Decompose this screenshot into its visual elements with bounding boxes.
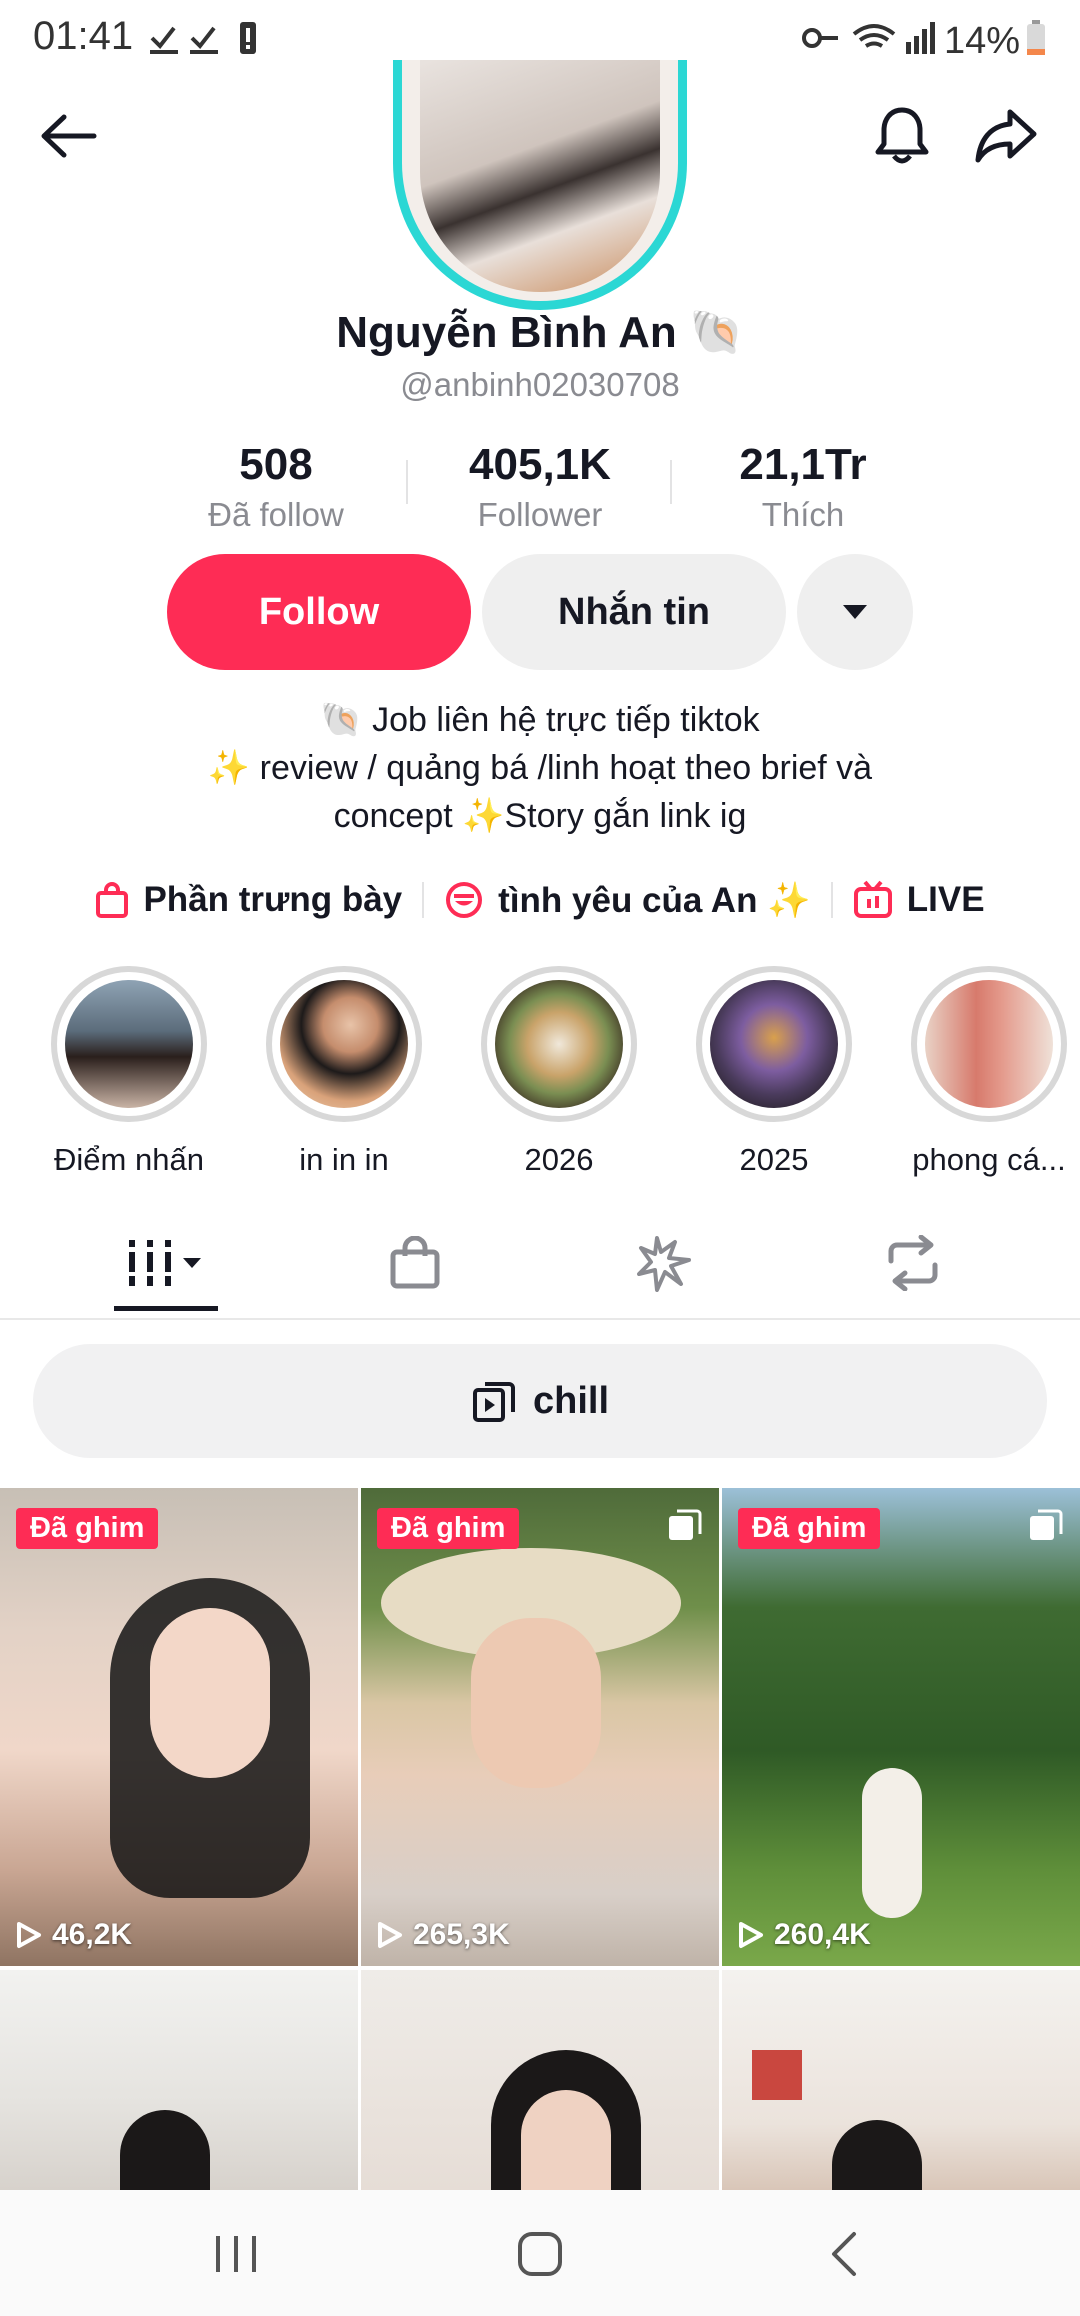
link-live[interactable]: LIVE: [833, 880, 1005, 920]
bio: 🐚 Job liên hệ trực tiếp tiktok ✨ review …: [60, 696, 1020, 840]
stat-followers[interactable]: 405,1K Follower: [430, 440, 650, 534]
view-count: 260,4K: [738, 1918, 871, 1952]
smile-badge-icon: [446, 882, 483, 918]
stat-divider: [406, 460, 408, 504]
view-count-value: 46,2K: [52, 1918, 133, 1951]
view-count-value: 265,3K: [413, 1918, 510, 1951]
highlight-item[interactable]: 2025: [694, 966, 854, 1178]
shopping-bag-icon: [390, 1236, 440, 1289]
recent-apps-icon[interactable]: [212, 2232, 262, 2281]
tab-videos[interactable]: [96, 1208, 236, 1318]
highlight-thumbnail: [696, 966, 852, 1122]
profile-name: Nguyễn Bình An 🐚: [336, 308, 744, 357]
link-love[interactable]: tình yêu của An ✨: [424, 880, 831, 921]
view-count-value: 260,4K: [774, 1918, 871, 1951]
stat-likes[interactable]: 21,1Tr Thích: [693, 440, 913, 534]
stat-followers-label: Follower: [477, 496, 603, 533]
videos-grid-icon: [129, 1240, 201, 1286]
share-icon[interactable]: [966, 96, 1046, 176]
profile-handle: @anbinh02030708: [400, 366, 680, 403]
more-options-button[interactable]: [797, 554, 913, 670]
stat-likes-label: Thích: [761, 496, 845, 533]
system-nav-bar: [0, 2190, 1080, 2316]
profile-links: Phần trưng bày tình yêu của An ✨ LIVE: [0, 870, 1080, 930]
stat-following-value: 508: [239, 440, 313, 489]
play-icon: [378, 1922, 402, 1948]
highlight-item[interactable]: 2026: [479, 966, 639, 1178]
home-icon[interactable]: [516, 2230, 564, 2283]
view-count: 46,2K: [16, 1918, 132, 1952]
link-live-label: LIVE: [906, 880, 985, 919]
battery-percent: 14%: [944, 20, 1021, 62]
multi-photo-icon: [1028, 1508, 1064, 1549]
bio-line: concept ✨Story gắn link ig: [333, 797, 747, 835]
sparkle-burst-icon: [637, 1236, 691, 1292]
video-thumbnail[interactable]: [0, 1970, 358, 2190]
stat-divider: [670, 460, 672, 504]
highlight-label: phong cá...: [912, 1142, 1066, 1177]
highlight-thumbnail: [51, 966, 207, 1122]
bio-line: 🐚 Job liên hệ trực tiếp tiktok: [320, 701, 760, 739]
play-icon: [739, 1922, 763, 1948]
highlight-item[interactable]: Điểm nhấn: [49, 966, 209, 1178]
live-tv-icon: [853, 880, 892, 918]
bell-icon[interactable]: [862, 96, 942, 176]
status-icons: [802, 20, 942, 61]
highlight-item[interactable]: in in in: [264, 966, 424, 1178]
tab-reposts[interactable]: [843, 1208, 983, 1318]
video-thumbnail[interactable]: Đã ghim 265,3K: [361, 1488, 719, 1966]
playlist-chip[interactable]: chill: [33, 1344, 1047, 1458]
pinned-badge: Đã ghim: [16, 1508, 159, 1549]
link-showcase[interactable]: Phần trưng bày: [75, 880, 422, 920]
back-nav-icon[interactable]: [826, 2230, 862, 2283]
video-thumbnail[interactable]: Đã ghim 46,2K: [0, 1488, 358, 1966]
check-icon: [148, 20, 258, 61]
repost-icon: [888, 1235, 938, 1291]
highlight-thumbnail: [911, 966, 1067, 1122]
shopping-bag-icon: [96, 882, 129, 918]
link-love-label: tình yêu của An ✨: [498, 880, 811, 920]
status-time: 01:41: [33, 14, 134, 58]
highlight-label: 2025: [739, 1142, 809, 1177]
video-thumbnail[interactable]: [722, 1970, 1080, 2190]
multi-photo-icon: [667, 1508, 703, 1549]
link-showcase-label: Phần trưng bày: [143, 880, 403, 919]
highlight-thumbnail: [481, 966, 637, 1122]
follow-button[interactable]: Follow: [167, 554, 471, 670]
bio-line: ✨ review / quảng bá /linh hoạt theo brie…: [207, 749, 873, 787]
view-count: 265,3K: [377, 1918, 510, 1952]
playlist-icon: [472, 1382, 515, 1422]
battery-icon: [1026, 20, 1046, 61]
pinned-badge: Đã ghim: [738, 1508, 881, 1549]
avatar[interactable]: [393, 60, 687, 310]
tab-shop[interactable]: [345, 1208, 485, 1318]
highlight-thumbnail: [266, 966, 422, 1122]
highlight-item[interactable]: phong cá...: [909, 966, 1069, 1178]
avatar-photo: [420, 60, 660, 292]
pinned-badge: Đã ghim: [377, 1508, 520, 1549]
playlist-label: chill: [532, 1379, 610, 1422]
back-arrow-icon[interactable]: [28, 96, 108, 176]
video-thumbnail[interactable]: Đã ghim 260,4K: [722, 1488, 1080, 1966]
video-thumbnail[interactable]: [361, 1970, 719, 2190]
highlight-label: Điểm nhấn: [54, 1142, 204, 1177]
highlight-label: 2026: [524, 1142, 594, 1177]
stat-following[interactable]: 508 Đã follow: [166, 440, 386, 534]
tab-active-indicator: [114, 1306, 218, 1311]
caret-down-icon: [843, 605, 867, 619]
stat-followers-value: 405,1K: [469, 440, 611, 489]
play-icon: [17, 1922, 41, 1948]
stat-following-label: Đã follow: [208, 496, 344, 533]
tab-favorites[interactable]: [594, 1208, 734, 1318]
stat-likes-value: 21,1Tr: [739, 440, 867, 489]
message-button[interactable]: Nhắn tin: [482, 554, 786, 670]
highlight-label: in in in: [299, 1142, 389, 1177]
content-tabs: [0, 1208, 1080, 1320]
